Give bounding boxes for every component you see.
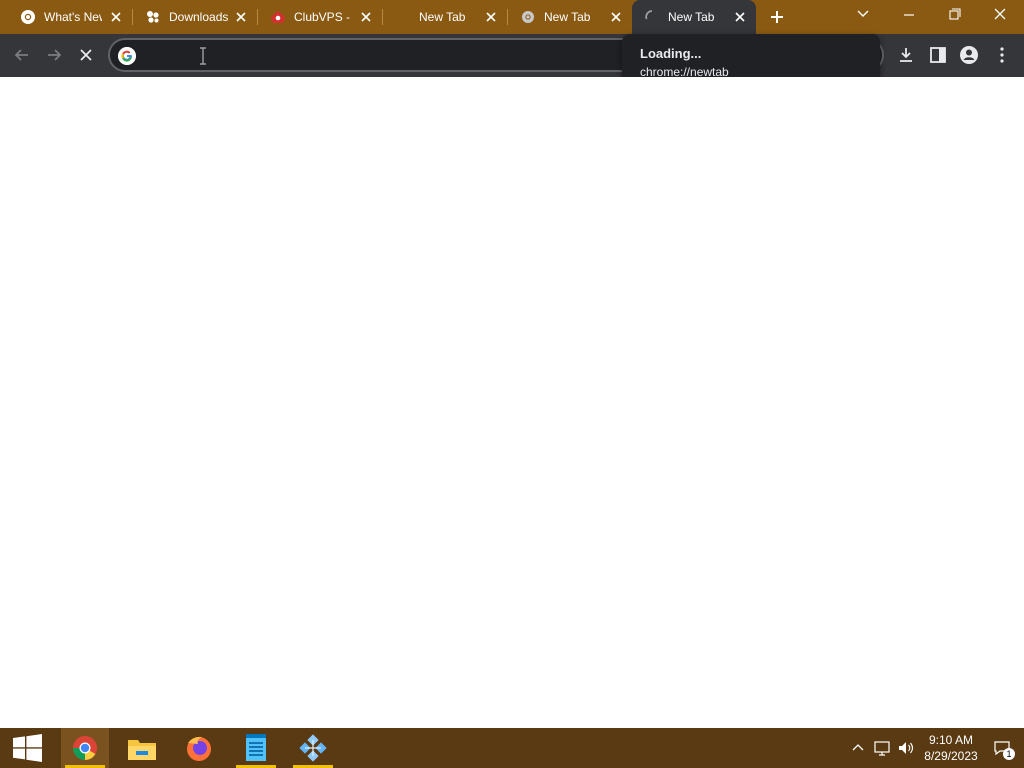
tab-title: What's New — [44, 10, 102, 24]
address-input[interactable] — [142, 45, 702, 67]
close-icon[interactable] — [608, 9, 624, 25]
new-tab-plus-icon[interactable] — [766, 7, 788, 27]
minimize-icon[interactable] — [887, 0, 931, 32]
close-icon[interactable] — [483, 9, 499, 25]
start-windows-icon[interactable] — [3, 728, 51, 768]
clubvps-icon — [271, 11, 285, 23]
taskbar-notepad[interactable] — [232, 728, 280, 768]
chrome-icon — [522, 11, 534, 23]
tab-search-chevron-icon[interactable] — [841, 0, 885, 32]
tab-title: New Tab — [419, 10, 466, 24]
restore-icon[interactable] — [932, 0, 976, 32]
menu-kebab-icon[interactable] — [991, 44, 1013, 66]
close-window-icon[interactable] — [978, 0, 1022, 32]
taskbar: 9:10 AM 8/29/2023 1 — [0, 728, 1024, 768]
notification-count-badge: 1 — [1003, 748, 1015, 760]
download-icon[interactable] — [895, 44, 917, 66]
network-icon[interactable] — [872, 738, 892, 758]
close-icon[interactable] — [108, 9, 124, 25]
close-icon[interactable] — [732, 9, 748, 25]
network-app-icon — [299, 734, 327, 762]
text-cursor-icon — [200, 47, 206, 65]
tab-new-tab-2[interactable]: New Tab — [508, 0, 632, 34]
taskbar-chrome[interactable] — [61, 728, 109, 768]
firefox-icon — [187, 736, 211, 761]
page-content — [0, 77, 1024, 728]
volume-icon[interactable] — [896, 738, 916, 758]
downloads-puzzle-icon — [147, 11, 159, 23]
notepad-icon — [246, 734, 266, 761]
tab-new-tab-1[interactable]: New Tab — [383, 0, 508, 34]
file-explorer-icon — [128, 740, 156, 760]
taskbar-clock[interactable]: 9:10 AM 8/29/2023 — [918, 732, 984, 764]
forward-arrow-icon[interactable] — [43, 44, 65, 66]
tab-title: New Tab — [668, 10, 715, 24]
tab-downloads[interactable]: Downloads — [133, 0, 258, 34]
tab-title: New Tab — [544, 10, 591, 24]
tab-whats-new[interactable]: What's New — [8, 0, 133, 34]
tab-title: ClubVPS - I — [294, 10, 354, 24]
stop-loading-icon[interactable] — [75, 44, 97, 66]
tab-new-tab-active[interactable]: New Tab — [632, 0, 756, 34]
taskbar-firefox[interactable] — [175, 728, 223, 768]
clock-time: 9:10 AM — [928, 733, 974, 747]
taskbar-network-app[interactable] — [289, 728, 337, 768]
close-icon[interactable] — [233, 9, 249, 25]
profile-icon[interactable] — [958, 44, 980, 66]
tab-clubvps[interactable]: ClubVPS - I — [258, 0, 383, 34]
show-hidden-icons-chevron-icon[interactable] — [848, 738, 868, 758]
blank-icon — [395, 9, 411, 25]
back-arrow-icon[interactable] — [11, 44, 33, 66]
taskbar-file-explorer[interactable] — [118, 728, 166, 768]
side-panel-icon[interactable] — [927, 44, 949, 66]
hover-card-title: Loading... — [640, 46, 702, 61]
loading-spinner-icon — [645, 10, 653, 20]
google-g-icon — [118, 47, 136, 65]
chrome-icon — [72, 736, 97, 760]
close-icon[interactable] — [358, 9, 374, 25]
tab-strip: What's New Downloads ClubVPS - I New Tab — [0, 0, 1024, 34]
chrome-icon — [21, 10, 35, 24]
clock-date: 8/29/2023 — [924, 749, 978, 763]
tab-title: Downloads — [169, 10, 229, 24]
